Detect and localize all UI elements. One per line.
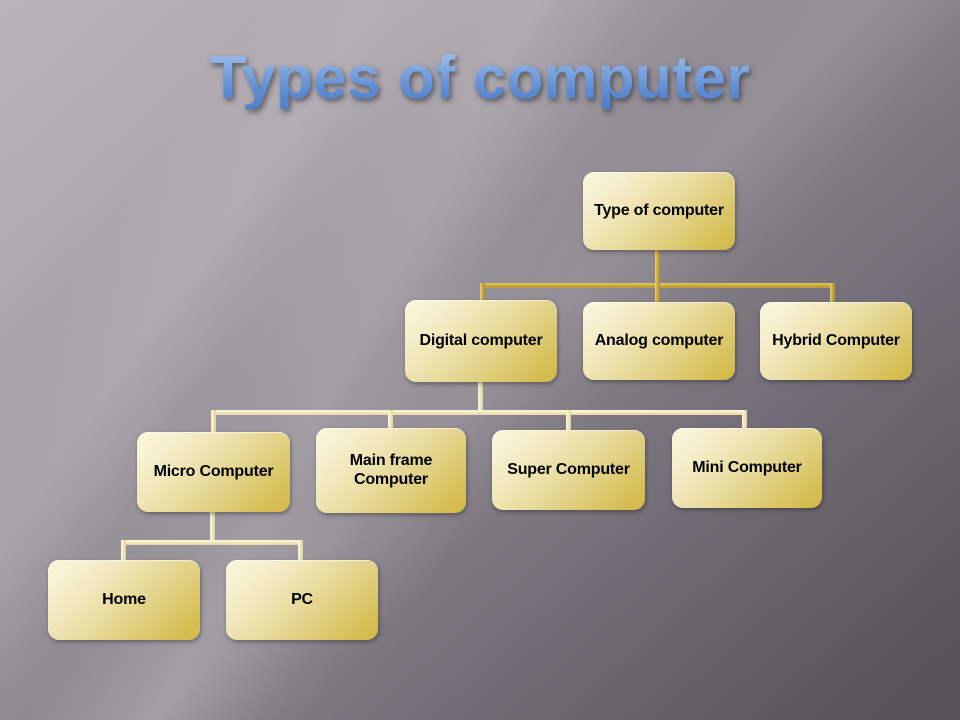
node-label: Main frame Computer [349, 452, 433, 488]
node-label: Digital computer [419, 331, 543, 349]
connector-level2-drop-3 [830, 283, 835, 303]
node-label: Analog computer [594, 331, 724, 349]
node-label: PC [291, 590, 313, 608]
connector-level4-drop-2 [298, 540, 303, 562]
node-type-of-computer[interactable]: Type of computer [583, 172, 735, 250]
node-label: Type of computer [594, 201, 724, 219]
node-hybrid-computer[interactable]: Hybrid Computer [760, 302, 912, 380]
node-label: Micro Computer [153, 462, 274, 480]
connector-level3-drop-1 [211, 410, 216, 434]
page-title: Types of computer [0, 46, 960, 109]
node-micro-computer[interactable]: Micro Computer [137, 432, 290, 512]
connector-level3-bus [211, 410, 747, 415]
node-super-computer[interactable]: Super Computer [492, 430, 645, 510]
node-home[interactable]: Home [48, 560, 200, 640]
node-analog-computer[interactable]: Analog computer [583, 302, 735, 380]
node-mini-computer[interactable]: Mini Computer [672, 428, 822, 508]
connector-level2-drop-2 [655, 283, 660, 303]
node-label: Super Computer [507, 460, 630, 478]
connector-root-stem [655, 249, 660, 285]
node-label: Home [102, 590, 146, 608]
node-label: Mini Computer [692, 458, 802, 476]
connector-level4-bus [121, 540, 303, 545]
node-pc[interactable]: PC [226, 560, 378, 640]
connector-level4-drop-1 [121, 540, 126, 562]
slide-canvas: Types of computer Type of computer Digit… [0, 0, 960, 720]
node-digital-computer[interactable]: Digital computer [405, 300, 557, 382]
node-label: Hybrid Computer [772, 331, 900, 349]
node-main-frame-computer[interactable]: Main frame Computer [316, 428, 466, 513]
